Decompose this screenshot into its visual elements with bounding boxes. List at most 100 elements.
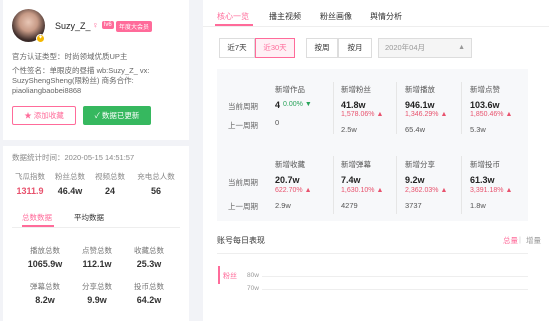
daily-performance-title: 账号每日表现 — [217, 236, 265, 245]
range-7days-button[interactable]: 近7天 — [219, 38, 255, 58]
gridline — [262, 276, 528, 277]
range-30days-button[interactable]: 近30天 — [255, 38, 295, 58]
stat-value-feigua: 1311.9 — [16, 186, 44, 196]
metric-pct-new-shares: 2,362.03% ▲ — [405, 187, 448, 194]
check-icon: ✓ — [94, 111, 100, 120]
current-period-label: 当前周期 — [228, 102, 258, 111]
verified-badge-icon: ✦ — [36, 34, 45, 43]
metric-header-likes: 点赞总数 — [82, 246, 112, 255]
stat-header-feigua: 飞瓜指数 — [15, 172, 45, 181]
stat-value-videos: 24 — [104, 186, 115, 196]
metric-value-coins: 64.2w — [136, 295, 162, 305]
metric-prev-new-favorites: 2.9w — [275, 201, 291, 210]
stat-header-videos: 视频总数 — [95, 172, 125, 181]
metric-pct-new-works: 0.00% ▼ — [283, 101, 312, 108]
divider — [461, 156, 462, 214]
arrow-up-icon: ▲ — [440, 111, 448, 118]
metric-title-new-plays: 新增播放 — [405, 85, 435, 94]
metric-value-danmaku: 8.2w — [35, 295, 55, 305]
metric-current-new-works: 4 — [275, 100, 281, 110]
divider — [396, 82, 397, 134]
metric-prev-new-fans: 2.5w — [341, 125, 357, 134]
metric-prev-new-plays: 65.4w — [405, 125, 426, 134]
metric-title-new-likes: 新增点赞 — [470, 85, 500, 94]
period-week-button[interactable]: 按周 — [306, 38, 338, 58]
metric-pct-new-likes: 1,850.46% ▲ — [470, 111, 513, 118]
divider — [203, 26, 549, 27]
metric-header-coins: 投币总数 — [134, 282, 164, 291]
metric-pct-new-favorites: 622.70% ▲ — [275, 187, 312, 194]
current-period-label: 当前周期 — [228, 178, 258, 187]
legend-marker — [218, 266, 220, 284]
metric-value-likes: 112.1w — [82, 259, 112, 269]
metric-header-plays: 播放总数 — [30, 246, 60, 255]
y-tick: 70w — [247, 285, 259, 292]
arrow-up-icon: ▲ — [304, 187, 312, 194]
metric-prev-new-likes: 5.3w — [470, 125, 486, 134]
metric-current-new-shares: 9.2w — [405, 175, 425, 185]
metric-prev-new-works: 0 — [275, 118, 280, 127]
legend-fans[interactable]: 粉丝 — [223, 271, 237, 281]
month-select[interactable]: 2020年04月 ▲ — [378, 38, 472, 58]
metric-title-new-shares: 新增分享 — [405, 160, 435, 169]
stat-value-charge: 56 — [150, 186, 161, 196]
username: Suzy_Z_ — [55, 21, 91, 31]
gender-icon: ♀ — [92, 20, 99, 30]
tab-sentiment-analysis[interactable]: 舆情分析 — [370, 11, 402, 22]
arrow-up-icon: ▲ — [505, 111, 513, 118]
data-updated-label: 数据已更新 — [101, 111, 140, 120]
tab-core-overview[interactable]: 核心一览 — [217, 11, 249, 22]
metric-pct-new-danmaku: 1,630.10% ▲ — [341, 187, 384, 194]
metric-current-new-likes: 103.6w — [470, 100, 500, 110]
metric-current-new-plays: 946.1w — [405, 100, 435, 110]
cert-type: 官方认证类型：时尚领域优质UP主 — [12, 52, 128, 61]
metric-current-new-coins: 61.3w — [470, 175, 495, 185]
stat-value-fans: 46.4w — [57, 186, 83, 196]
metric-prev-new-danmaku: 4279 — [341, 201, 358, 210]
metric-value-favorites: 25.3w — [136, 259, 162, 269]
metric-prev-new-shares: 3737 — [405, 201, 422, 210]
signature-line1: 个性签名：单眼皮的昼描 wb:Suzy_Z_ vx: — [12, 66, 150, 75]
signature-line3: piaoliangbaobei8868 — [12, 86, 82, 95]
divider — [3, 140, 189, 146]
add-favorite-button[interactable]: ★ 添加收藏 — [12, 106, 76, 125]
stat-header-charge: 充电总人数 — [137, 172, 175, 181]
metric-prev-new-coins: 1.8w — [470, 201, 486, 210]
metric-title-new-danmaku: 新增弹幕 — [341, 160, 371, 169]
metric-title-new-works: 新增作品 — [275, 85, 305, 94]
period-month-button[interactable]: 按月 — [338, 38, 372, 58]
data-updated-button[interactable]: ✓ 数据已更新 — [83, 106, 151, 125]
add-favorite-label: 添加收藏 — [33, 111, 64, 120]
divider — [333, 156, 334, 214]
arrow-up-icon: ▲ — [376, 111, 384, 118]
toggle-total[interactable]: 总量 — [503, 235, 518, 246]
stat-header-fans: 粉丝总数 — [55, 172, 85, 181]
metric-header-danmaku: 弹幕总数 — [30, 282, 60, 291]
chevron-down-icon: ▲ — [458, 44, 465, 51]
stat-time: 数据统计时间：2020-05-15 14:51:57 — [12, 153, 135, 162]
divider — [12, 227, 180, 228]
metric-pct-new-plays: 1,346.29% ▲ — [405, 111, 448, 118]
toggle-separator: | — [519, 235, 521, 244]
divider — [461, 82, 462, 134]
y-tick: 80w — [247, 272, 259, 279]
previous-period-label: 上一周期 — [228, 121, 258, 130]
metric-header-favorites: 收藏总数 — [134, 246, 164, 255]
metric-title-new-coins: 新增投币 — [470, 160, 500, 169]
metric-value-shares: 9.9w — [87, 295, 107, 305]
metric-title-new-favorites: 新增收藏 — [275, 160, 305, 169]
tab-total-data[interactable]: 总数数据 — [22, 212, 52, 223]
previous-period-label: 上一周期 — [228, 202, 258, 211]
vip-badge: 年度大会员 — [116, 21, 153, 32]
tab-uploader-videos[interactable]: 播主视频 — [269, 11, 301, 22]
signature-line2: SuzyShengSheng(限粉丝) 商务合作: — [12, 76, 134, 85]
tab-fan-profile[interactable]: 粉丝画像 — [320, 11, 352, 22]
arrow-up-icon: ▲ — [440, 187, 448, 194]
tab-average-data[interactable]: 平均数据 — [74, 212, 104, 223]
metric-pct-new-coins: 3,391.18% ▲ — [470, 187, 513, 194]
metric-title-new-fans: 新增粉丝 — [341, 85, 371, 94]
metric-header-shares: 分享总数 — [82, 282, 112, 291]
metric-current-new-favorites: 20.7w — [275, 175, 300, 185]
toggle-increase[interactable]: 增量 — [526, 235, 541, 246]
metric-current-new-danmaku: 7.4w — [341, 175, 361, 185]
